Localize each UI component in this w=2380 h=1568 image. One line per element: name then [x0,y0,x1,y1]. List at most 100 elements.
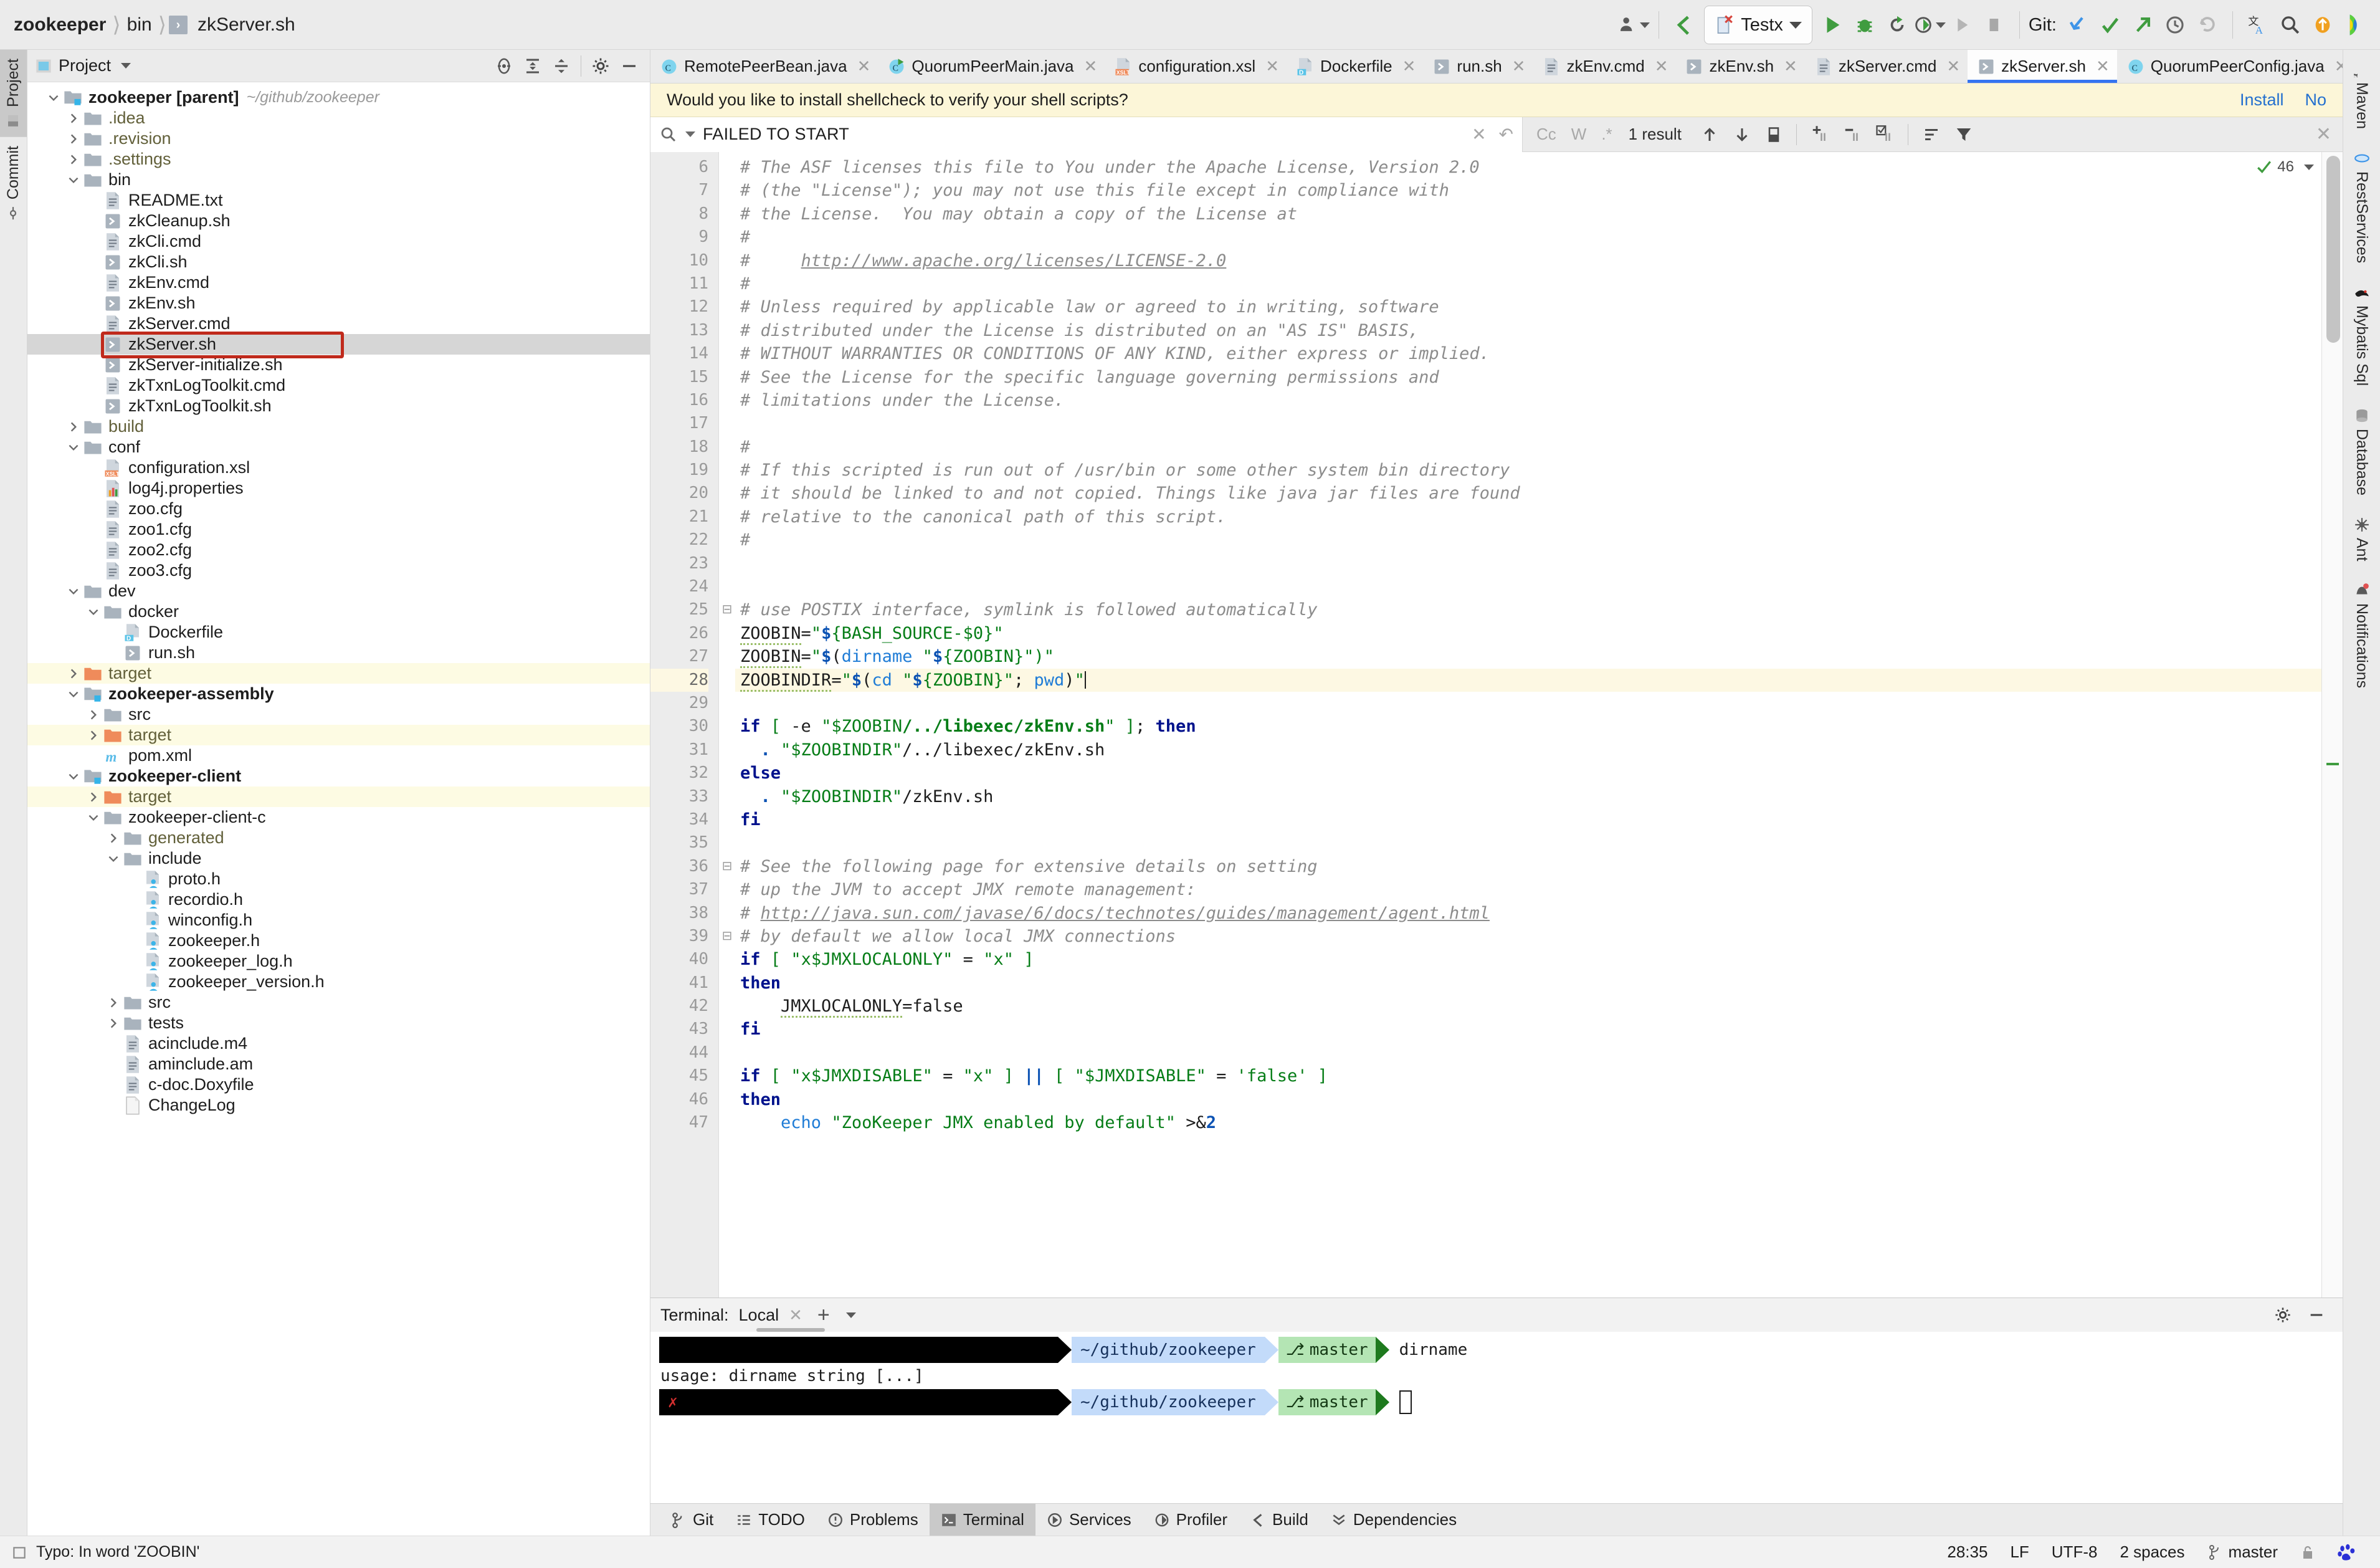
fold-marker-icon[interactable]: ⊟ [719,855,735,878]
project-file-tree[interactable]: zookeeper [parent] ~/github/zookeeper .ide… [27,82,650,1536]
tree-item[interactable]: .revision [27,128,650,149]
tree-item[interactable]: zkEnv.sh [27,293,650,313]
tree-item[interactable]: zkTxnLogToolkit.cmd [27,375,650,396]
tree-item[interactable]: zoo1.cfg [27,519,650,540]
sidebar-item-project[interactable]: Project [0,50,27,137]
remove-line-icon[interactable] [1843,125,1862,144]
locate-icon[interactable] [495,57,513,75]
filter-icon[interactable] [1954,125,1973,144]
code-line[interactable]: # The ASF licenses this file to You unde… [735,156,2343,179]
code-line[interactable]: . "$ZOOBINDIR"/zkEnv.sh [735,785,2343,808]
tree-item[interactable]: zkCleanup.sh [27,211,650,231]
breadcrumb-file-group[interactable]: › zkServer.sh [168,14,299,36]
code-line[interactable]: # [735,528,2343,552]
tree-item[interactable]: D Dockerfile [27,622,650,643]
terminal-hide-icon[interactable] [2308,1306,2325,1324]
code-line[interactable]: if [ "x$JMXLOCALONLY" = "x" ] [735,948,2343,971]
code-line[interactable]: else [735,762,2343,785]
code-line[interactable]: # See the following page for extensive d… [735,855,2343,878]
tree-expand-arrow-icon[interactable] [83,811,103,825]
tree-item[interactable]: zookeeper [parent] ~/github/zookeeper [27,87,650,108]
fold-marker-icon[interactable]: ⊟ [719,598,735,621]
tree-item[interactable]: .idea [27,108,650,128]
tree-item[interactable]: zoo2.cfg [27,540,650,560]
code-line[interactable]: echo "ZooKeeper JMX enabled by default" … [735,1111,2343,1134]
close-tab-icon[interactable]: ✕ [1655,57,1668,76]
expand-all-icon[interactable] [523,57,542,75]
terminal-settings-gear-icon[interactable] [2274,1306,2292,1324]
tree-expand-arrow-icon[interactable] [83,708,103,722]
code-line[interactable]: if [ "x$JMXDISABLE" = "x" ] || [ "$JMXDI… [735,1064,2343,1088]
updates-icon[interactable] [2306,6,2339,44]
tree-item[interactable]: proto.h [27,869,650,889]
tree-item[interactable]: dev [27,581,650,601]
tree-item[interactable]: target [27,786,650,807]
tree-item[interactable]: bin [27,170,650,190]
code-line[interactable] [735,692,2343,715]
code-line[interactable]: # the License. You may obtain a copy of … [735,203,2343,226]
code-line[interactable]: then [735,972,2343,995]
breadcrumb-project[interactable]: zookeeper [10,14,110,36]
tree-item[interactable]: zookeeper-assembly [27,684,650,704]
close-tab-icon[interactable]: ✕ [2096,57,2110,76]
code-line[interactable]: fi [735,808,2343,831]
tree-item[interactable]: src [27,704,650,725]
prev-match-icon[interactable] [1700,125,1719,144]
tree-item[interactable]: recordio.h [27,889,650,910]
code-line[interactable]: # http://java.sun.com/javase/6/docs/tech… [735,902,2343,925]
code-line[interactable] [735,552,2343,575]
code-line[interactable]: # WITHOUT WARRANTIES OR CONDITIONS OF AN… [735,342,2343,365]
tree-item[interactable]: zoo.cfg [27,499,650,519]
back-arrow-icon[interactable] [1668,6,1700,44]
tree-item[interactable]: c-doc.Doxyfile [27,1074,650,1095]
tree-item[interactable]: build [27,416,650,437]
code-line[interactable]: # use POSTIX interface, symlink is follo… [735,598,2343,621]
git-update-icon[interactable] [2062,6,2094,44]
editor-tab[interactable]: C QuorumPeerMain.java ✕ [878,50,1105,83]
tree-item[interactable]: zkCli.cmd [27,231,650,252]
fold-marker-icon[interactable]: ⊟ [719,925,735,948]
ide-logo-icon[interactable] [2339,6,2371,44]
file-encoding[interactable]: UTF-8 [2052,1542,2098,1562]
line-separator[interactable]: LF [2010,1542,2029,1562]
editor-tab[interactable]: D Dockerfile ✕ [1287,50,1423,83]
tree-item[interactable]: zkTxnLogToolkit.sh [27,396,650,416]
tree-item[interactable]: include [27,848,650,869]
collapse-all-icon[interactable] [552,57,571,75]
history-icon[interactable] [2159,6,2191,44]
next-match-icon[interactable] [1733,125,1751,144]
tree-expand-arrow-icon[interactable] [64,770,83,783]
code-line[interactable]: # it should be linked to and not copied.… [735,482,2343,505]
code-line[interactable] [735,1041,2343,1064]
tree-expand-arrow-icon[interactable] [64,132,83,146]
install-button[interactable]: Install [2240,90,2284,110]
user-avatar-icon[interactable] [1617,6,1650,44]
tree-item[interactable]: ChangeLog [27,1095,650,1116]
code-folding-gutter[interactable]: ⊟ ⊟ ⊟ [719,152,735,1298]
bottom-tab-todo[interactable]: TODO [725,1504,816,1536]
close-tab-icon[interactable]: ✕ [857,57,871,76]
tree-item[interactable]: zoo3.cfg [27,560,650,581]
lock-icon[interactable] [2300,1544,2315,1561]
terminal-new-session-icon[interactable]: + [817,1303,830,1327]
tree-item[interactable]: run.sh [27,643,650,663]
tree-expand-arrow-icon[interactable] [64,153,83,166]
close-tab-icon[interactable]: ✕ [1402,57,1416,76]
git-commit-icon[interactable] [2094,6,2126,44]
tree-expand-arrow-icon[interactable] [64,173,83,187]
tree-item[interactable]: target [27,663,650,684]
terminal-session-tab[interactable]: Local [739,1306,779,1325]
tree-item[interactable]: zookeeper-client [27,766,650,786]
dismiss-button[interactable]: No [2305,90,2326,110]
code-line[interactable]: JMXLOCALONLY=false [735,995,2343,1018]
tree-item[interactable]: zkCli.sh [27,252,650,272]
regex-toggle[interactable]: .* [1601,125,1612,144]
tree-item[interactable]: tests [27,1013,650,1033]
inspection-status[interactable]: 46 [2256,158,2314,176]
code-line[interactable]: # If this scripted is run out of /usr/bi… [735,459,2343,482]
tree-expand-arrow-icon[interactable] [103,852,123,866]
terminal-close-icon[interactable]: ✕ [789,1306,802,1325]
sidebar-item-restservices[interactable]: RestServices [2353,143,2371,277]
code-line[interactable]: # limitations under the License. [735,389,2343,412]
tree-item[interactable]: zkServer.cmd [27,313,650,334]
